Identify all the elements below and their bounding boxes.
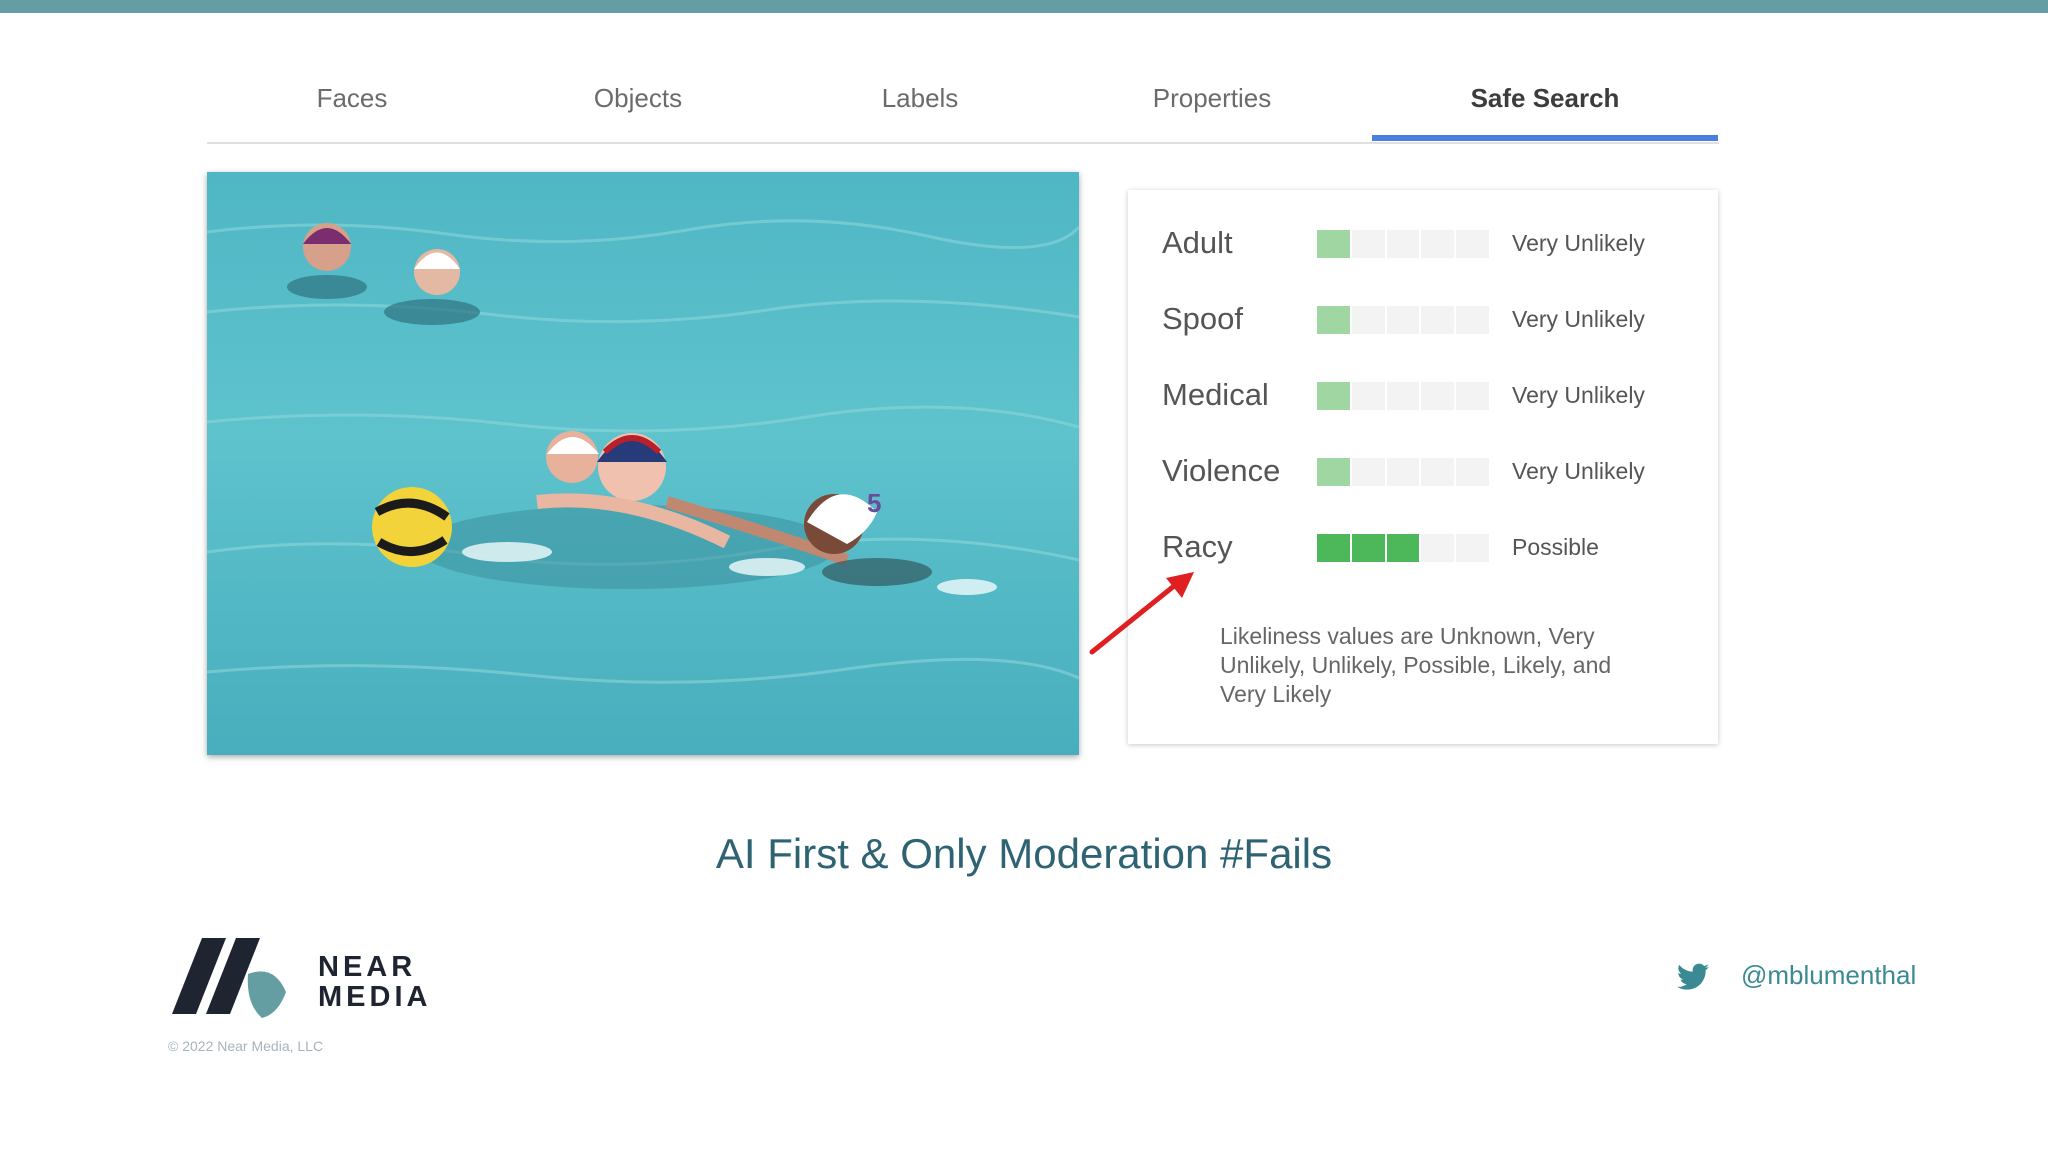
safe-search-row-spoof: Spoof Very Unlikely bbox=[1128, 294, 1718, 344]
likelihood-segment bbox=[1421, 306, 1455, 334]
likelihood-bar bbox=[1317, 534, 1489, 562]
top-accent-bar bbox=[0, 0, 2048, 13]
likelihood-value: Very Unlikely bbox=[1512, 230, 1645, 256]
likelihood-bar bbox=[1317, 382, 1489, 410]
safe-search-row-violence: Violence Very Unlikely bbox=[1128, 446, 1718, 496]
likelihood-value: Possible bbox=[1512, 534, 1599, 560]
copyright-notice: © 2022 Near Media, LLC bbox=[168, 1038, 324, 1054]
likelihood-segment bbox=[1317, 230, 1350, 258]
likelihood-segment bbox=[1386, 534, 1420, 562]
likelihood-segment bbox=[1421, 382, 1455, 410]
row-label: Violence bbox=[1162, 453, 1281, 488]
likelihood-segment bbox=[1351, 534, 1385, 562]
likelihood-segment bbox=[1456, 382, 1489, 410]
likelihood-segment bbox=[1317, 306, 1350, 334]
brand-line-1: NEAR bbox=[318, 951, 417, 983]
near-media-logo-icon bbox=[172, 938, 286, 1018]
safe-search-row-racy: Racy Possible bbox=[1128, 522, 1718, 572]
svg-text:5: 5 bbox=[867, 488, 881, 518]
twitter-icon bbox=[1677, 963, 1709, 990]
brand-wordmark: NEAR MEDIA bbox=[318, 952, 431, 1012]
likelihood-segment bbox=[1421, 458, 1455, 486]
likelihood-segment bbox=[1351, 306, 1385, 334]
likelihood-segment bbox=[1386, 230, 1420, 258]
likelihood-segment bbox=[1456, 534, 1489, 562]
likelihood-bar bbox=[1317, 306, 1489, 334]
likelihood-segment bbox=[1456, 458, 1489, 486]
red-arrow-icon bbox=[1089, 572, 1194, 655]
likelihood-bar bbox=[1317, 230, 1489, 258]
likelihood-segment bbox=[1421, 534, 1455, 562]
likelihood-segment bbox=[1317, 458, 1350, 486]
analyzed-photo: 5 bbox=[207, 172, 1079, 755]
safe-search-row-adult: Adult Very Unlikely bbox=[1128, 218, 1718, 268]
likelihood-segment bbox=[1421, 230, 1455, 258]
likelihood-segment bbox=[1317, 534, 1350, 562]
tab-safe-search[interactable]: Safe Search bbox=[1372, 60, 1718, 142]
likelihood-segment bbox=[1456, 306, 1489, 334]
likelihood-segment bbox=[1317, 382, 1350, 410]
likelihood-value: Very Unlikely bbox=[1512, 458, 1645, 484]
likeliness-footnote: Likeliness values are Unknown, Very Unli… bbox=[1220, 623, 1612, 707]
likelihood-segment bbox=[1351, 382, 1385, 410]
likelihood-value: Very Unlikely bbox=[1512, 306, 1645, 332]
safe-search-row-medical: Medical Very Unlikely bbox=[1128, 370, 1718, 420]
likelihood-bar bbox=[1317, 458, 1489, 486]
likelihood-segment bbox=[1351, 230, 1385, 258]
water-polo-ball bbox=[372, 487, 452, 567]
row-label: Medical bbox=[1162, 377, 1269, 412]
tab-labels[interactable]: Labels bbox=[779, 60, 1061, 142]
row-label: Spoof bbox=[1162, 301, 1244, 336]
row-label: Racy bbox=[1162, 529, 1233, 564]
tab-faces[interactable]: Faces bbox=[207, 60, 497, 142]
likelihood-segment bbox=[1351, 458, 1385, 486]
likelihood-segment bbox=[1386, 382, 1420, 410]
tab-objects[interactable]: Objects bbox=[497, 60, 779, 142]
likelihood-value: Very Unlikely bbox=[1512, 382, 1645, 408]
tab-bar: Faces Objects Labels Properties Safe Sea… bbox=[207, 60, 1719, 144]
brand-line-2: MEDIA bbox=[318, 981, 432, 1013]
twitter-handle[interactable]: @mblumenthal bbox=[1741, 960, 1916, 991]
slide-caption: AI First & Only Moderation #Fails bbox=[715, 830, 1333, 877]
likelihood-segment bbox=[1386, 458, 1420, 486]
tab-properties[interactable]: Properties bbox=[1061, 60, 1363, 142]
likelihood-segment bbox=[1386, 306, 1420, 334]
safe-search-panel: Adult Very Unlikely Spoof Very Unlikely … bbox=[1128, 190, 1718, 744]
likelihood-segment bbox=[1456, 230, 1489, 258]
active-tab-indicator bbox=[1372, 135, 1718, 141]
row-label: Adult bbox=[1162, 225, 1233, 260]
